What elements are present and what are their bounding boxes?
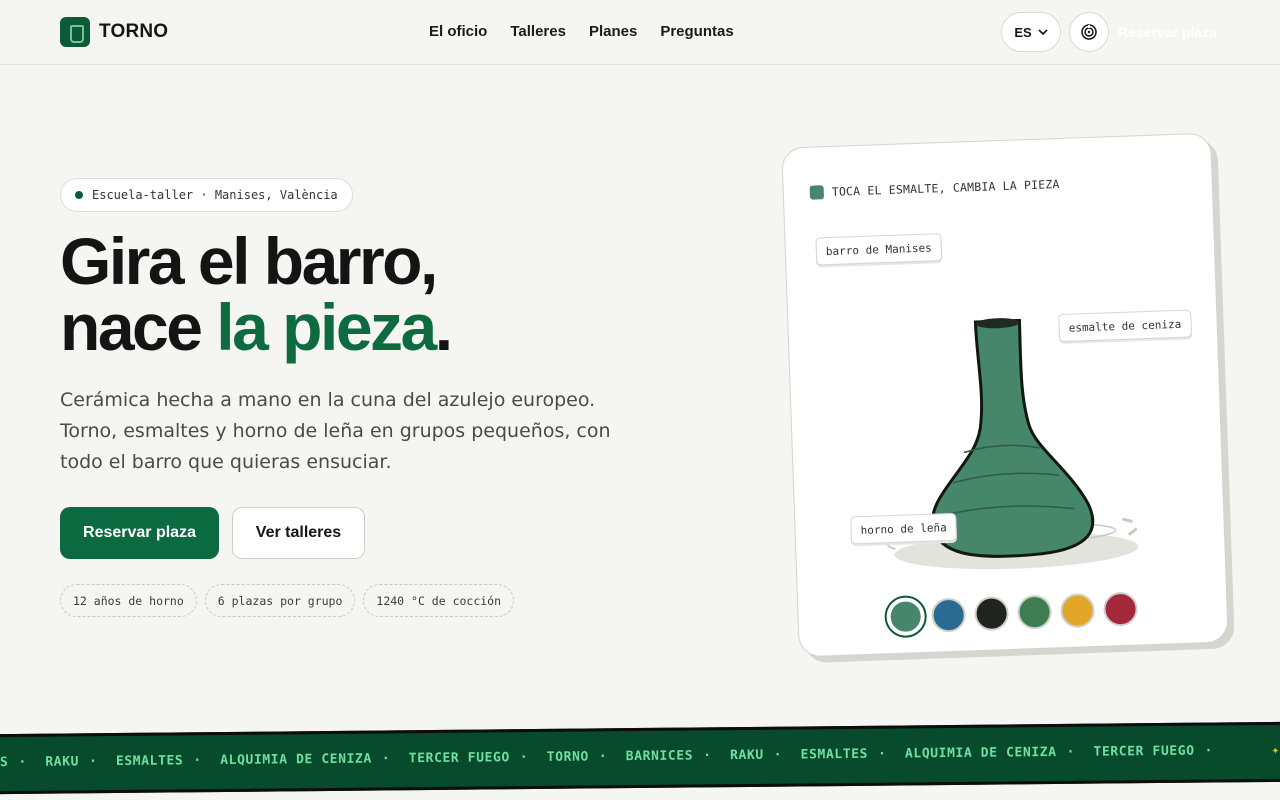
- brand[interactable]: TORNO: [60, 17, 168, 47]
- stat-years: 12 años de horno: [60, 584, 197, 617]
- glaze-swatches: [883, 591, 1139, 639]
- hero-title-line1: Gira el barro,: [60, 224, 438, 298]
- card-title-text: TOCA EL ESMALTE, CAMBIA LA PIEZA: [831, 176, 1060, 199]
- nav-link-talleres[interactable]: Talleres: [510, 23, 566, 40]
- nav-link-oficio[interactable]: El oficio: [429, 23, 487, 40]
- tag-clay: barro de Manises: [815, 233, 943, 266]
- stats-row: 12 años de horno 6 plazas por grupo 1240…: [60, 584, 515, 617]
- swatch-blue[interactable]: [931, 597, 967, 633]
- stat-group-size: 6 plazas por grupo: [204, 584, 356, 617]
- marquee-item: ESMALTES: [115, 753, 184, 770]
- hero-title: Gira el barro, nace la pieza.: [60, 228, 453, 360]
- marquee-track: S · RAKU · ESMALTES · ALQUIMIA DE CENIZA · T…: [0, 742, 1280, 771]
- location-badge-text: Escuela-taller · Manises, València: [92, 188, 338, 202]
- marquee-item: RAKU: [45, 754, 80, 770]
- marquee-item: S: [0, 755, 9, 771]
- header-reserve-button[interactable]: Reservar plaza: [1118, 24, 1217, 40]
- marquee-item: ALQUIMIA DE CENIZA: [220, 751, 372, 769]
- marquee-item: TERCER FUEGO: [408, 750, 510, 767]
- theme-toggle-button[interactable]: [1069, 12, 1109, 52]
- marquee-ribbon: S · RAKU · ESMALTES · ALQUIMIA DE CENIZA · T…: [0, 721, 1280, 795]
- swatch-yellow[interactable]: [1059, 593, 1096, 629]
- glaze-card: TOCA EL ESMALTE, CAMBIA LA PIEZA barro d…: [781, 132, 1235, 664]
- site-header: TORNO El oficio Talleres Planes Pregunta…: [0, 0, 1280, 65]
- marquee-item: ALQUIMIA DE CENIZA: [904, 745, 1057, 762]
- marquee-item: ESMALTES: [800, 746, 869, 763]
- language-selector[interactable]: ES: [1001, 12, 1061, 52]
- star-icon: ✦: [1271, 742, 1280, 758]
- tag-kiln: horno de leña: [850, 512, 958, 545]
- glaze-card-body: TOCA EL ESMALTE, CAMBIA LA PIEZA barro d…: [781, 132, 1229, 658]
- chevron-down-icon: [1038, 28, 1048, 35]
- spiral-icon: [1081, 24, 1097, 40]
- status-dot-icon: [75, 191, 83, 199]
- card-title: TOCA EL ESMALTE, CAMBIA LA PIEZA: [809, 176, 1060, 200]
- nav-link-planes[interactable]: Planes: [589, 23, 637, 40]
- hero-title-period: .: [434, 290, 453, 364]
- nav-link-preguntas[interactable]: Preguntas: [660, 23, 733, 40]
- swatch-celadon[interactable]: [883, 594, 928, 639]
- hero-title-line2-a: nace: [60, 290, 217, 364]
- hero-title-highlight: la pieza: [216, 290, 437, 364]
- language-label: ES: [1014, 24, 1032, 40]
- location-badge: Escuela-taller · Manises, València: [60, 178, 353, 212]
- glaze-square-icon: [809, 185, 825, 200]
- marquee-item: TORNO: [546, 749, 589, 765]
- brand-logo-icon: [60, 17, 90, 47]
- hero-lead: Cerámica hecha a mano en la cuna del azu…: [60, 389, 611, 473]
- swatch-green[interactable]: [1017, 594, 1053, 630]
- reserve-button[interactable]: Reservar plaza: [60, 507, 219, 559]
- main-nav: El oficio Talleres Planes Preguntas: [429, 23, 734, 40]
- view-workshops-button[interactable]: Ver talleres: [232, 507, 365, 559]
- marquee-item: BARNICES: [625, 748, 694, 765]
- marquee-item: RAKU: [729, 747, 764, 764]
- swatch-black[interactable]: [974, 596, 1010, 632]
- swatch-red[interactable]: [1102, 591, 1139, 627]
- brand-name: TORNO: [99, 21, 169, 42]
- marquee-item: TERCER FUEGO: [1093, 743, 1195, 760]
- stat-temperature: 1240 °C de cocción: [363, 584, 515, 617]
